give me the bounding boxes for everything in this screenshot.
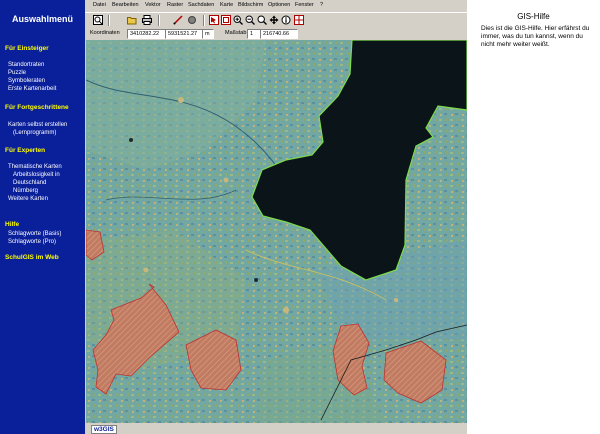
- toolbar: [85, 12, 467, 28]
- nav-heading-schulgis-web[interactable]: SchulGIS im Web: [5, 254, 59, 261]
- nav-link-schlagworte-pro[interactable]: Schlagworte (Pro): [8, 239, 56, 247]
- unit-label: m: [202, 29, 214, 39]
- toolbar-separator: [158, 15, 160, 26]
- bottom-bar: w3GIS: [85, 424, 467, 434]
- menu-vektor[interactable]: Vektor: [145, 2, 161, 8]
- satellite-map[interactable]: [86, 40, 467, 423]
- coord-label: Koordinaten: [90, 30, 120, 36]
- help-title: GIS-Hilfe: [517, 12, 550, 21]
- open-folder-icon[interactable]: [127, 15, 137, 25]
- menu-sachdaten[interactable]: Sachdaten: [188, 2, 214, 8]
- menu-fenster[interactable]: Fenster: [295, 2, 314, 8]
- zoom-in-icon[interactable]: [233, 15, 243, 25]
- map-canvas: [86, 40, 467, 423]
- print-icon[interactable]: [142, 15, 152, 25]
- zoom-out-icon[interactable]: [245, 15, 255, 25]
- nav-link-puzzle[interactable]: Puzzle: [8, 70, 26, 78]
- nav-title: Auswahlmenü: [11, 14, 73, 24]
- nav-link-lernprogramm[interactable]: (Lernprogramm): [13, 130, 56, 138]
- nav-heading-experten[interactable]: Für Experten: [5, 147, 45, 154]
- gis-application: Datei Bearbeiten Vektor Raster Sachdaten…: [85, 0, 467, 434]
- menu-help[interactable]: ?: [320, 2, 323, 8]
- record-icon[interactable]: [187, 15, 197, 25]
- menu-bildschirm[interactable]: Bildschirm: [238, 2, 263, 8]
- layer-icon[interactable]: [221, 15, 231, 25]
- nav-link-arbeitslosigkeit[interactable]: Arbeitslosigkeit in: [13, 172, 60, 180]
- nav-link-schlagworte-basis[interactable]: Schlagworte (Basis): [8, 231, 61, 239]
- menu-bearbeiten[interactable]: Bearbeiten: [112, 2, 139, 8]
- menu-optionen[interactable]: Optionen: [268, 2, 290, 8]
- menu-bar: Datei Bearbeiten Vektor Raster Sachdaten…: [85, 0, 467, 12]
- nav-link-symboleraten[interactable]: Symboleraten: [8, 78, 45, 86]
- select-icon[interactable]: [209, 15, 219, 25]
- nav-link-erste-kartenarbeit[interactable]: Erste Kartenarbeit: [8, 86, 56, 94]
- help-panel: GIS-Hilfe Dies ist die GIS-Hilfe. Hier e…: [467, 0, 600, 434]
- zoom-icon[interactable]: [93, 15, 103, 25]
- scale-label: Maßstab: [225, 30, 247, 36]
- nav-link-nuernberg[interactable]: Nürnberg: [13, 188, 38, 196]
- help-text: Dies ist die GIS-Hilfe. Hier erfährst du…: [481, 25, 590, 48]
- pan-icon[interactable]: [269, 15, 279, 25]
- info-icon[interactable]: [281, 15, 291, 25]
- status-bar: Koordinaten 3410282.22 5931521.27 m Maßs…: [85, 28, 467, 39]
- x-coordinate: 3410282.22: [127, 29, 167, 39]
- scale-value-input[interactable]: 216740.66: [260, 29, 298, 39]
- nav-link-weitere-karten[interactable]: Weitere Karten: [8, 196, 48, 204]
- nav-heading-hilfe[interactable]: Hilfe: [5, 221, 19, 228]
- grid-icon[interactable]: [294, 15, 304, 25]
- draw-icon[interactable]: [173, 15, 183, 25]
- zoom-extent-icon[interactable]: [257, 15, 267, 25]
- y-coordinate: 5931521.27: [165, 29, 205, 39]
- nav-heading-fortgeschrittene[interactable]: Für Fortgeschrittene: [5, 104, 69, 111]
- menu-karte[interactable]: Karte: [220, 2, 233, 8]
- nav-link-deutschland[interactable]: Deutschland: [13, 180, 46, 188]
- nav-link-thematische-karten[interactable]: Thematische Karten: [8, 164, 62, 172]
- toolbar-separator: [203, 15, 205, 26]
- nav-heading-einsteiger[interactable]: Für Einsteiger: [5, 45, 49, 52]
- toolbar-separator: [108, 15, 110, 26]
- nav-link-standortraten[interactable]: Standortraten: [8, 62, 44, 70]
- scale-one: 1: [247, 29, 261, 39]
- menu-datei[interactable]: Datei: [93, 2, 106, 8]
- navigation-panel: Auswahlmenü Für Einsteiger Standortraten…: [0, 0, 85, 434]
- w3gis-logo: w3GIS: [91, 425, 117, 434]
- nav-link-karten-erstellen[interactable]: Karten selbst erstellen: [8, 122, 67, 130]
- menu-raster[interactable]: Raster: [167, 2, 183, 8]
